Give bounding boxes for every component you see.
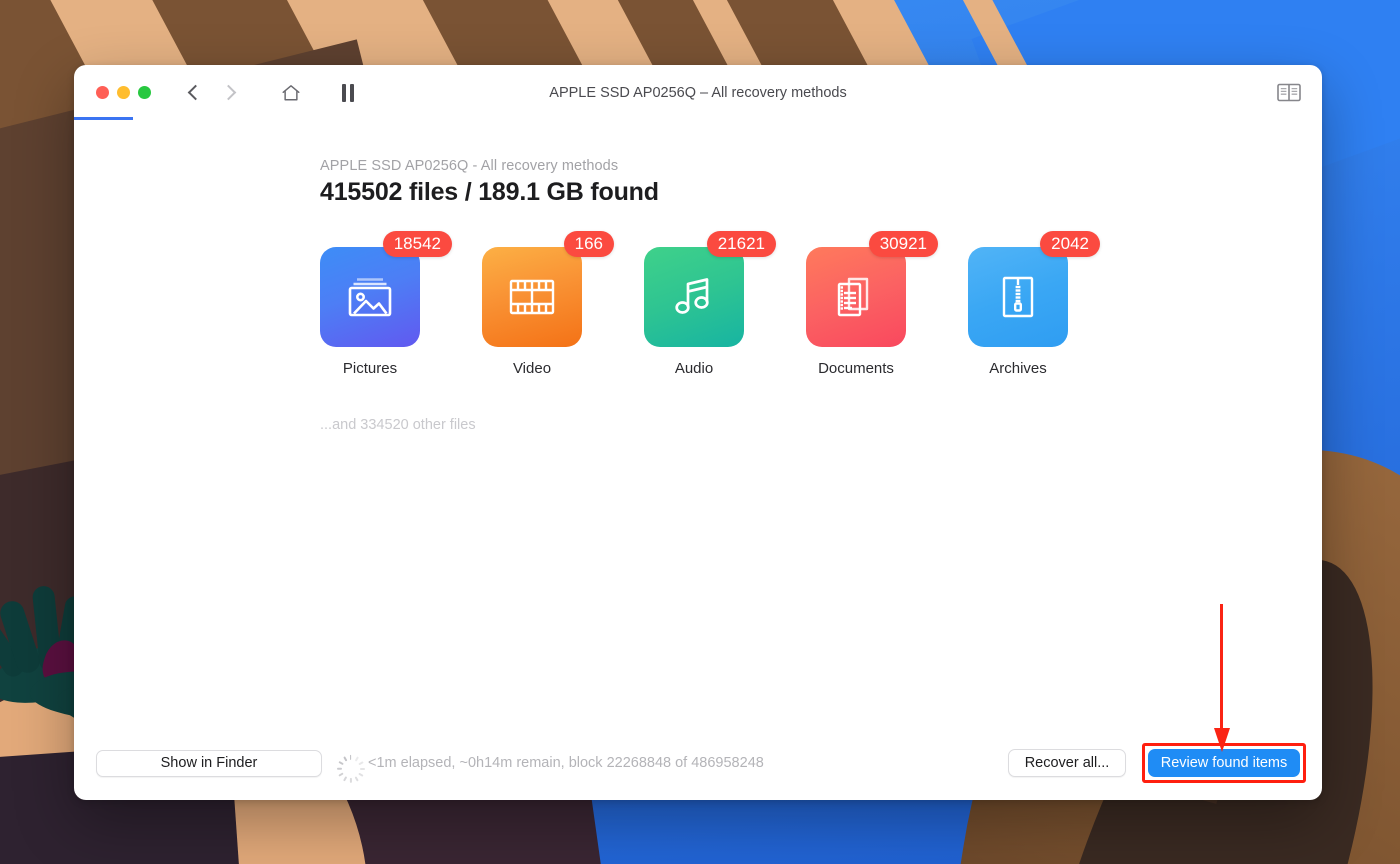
zip-icon — [1002, 276, 1034, 318]
review-found-items-button[interactable]: Review found items — [1148, 749, 1300, 777]
app-window: APPLE SSD AP0256Q – All recovery methods — [74, 65, 1322, 800]
pause-icon — [350, 83, 354, 102]
category-tile-documents[interactable]: 30921 Documents — [806, 231, 938, 377]
tile-surface: 21621 — [644, 231, 776, 347]
recover-all-button[interactable]: Recover all... — [1008, 749, 1126, 777]
tile-surface: 18542 — [320, 231, 452, 347]
title-bar: APPLE SSD AP0256Q – All recovery methods — [74, 65, 1322, 120]
window-title: APPLE SSD AP0256Q – All recovery methods — [549, 84, 847, 101]
footer-bar: Show in Finder <1m elapsed, ~0h14m remai… — [74, 726, 1322, 800]
badge-count: 21621 — [706, 231, 776, 257]
review-found-items-wrapper: Review found items — [1142, 743, 1306, 783]
tile-surface: 166 — [482, 231, 614, 347]
category-tile-audio[interactable]: 21621 Audio — [644, 231, 776, 377]
zoom-button[interactable] — [138, 86, 151, 99]
other-files-label: ...and 334520 other files — [320, 417, 476, 433]
main-content: APPLE SSD AP0256Q - All recovery methods… — [74, 120, 1322, 800]
book-view-icon — [1277, 83, 1301, 102]
tile-label: Audio — [674, 360, 714, 377]
tile-surface: 30921 — [806, 231, 938, 347]
back-button[interactable] — [179, 78, 209, 108]
home-icon — [282, 84, 300, 101]
badge-count: 166 — [563, 231, 614, 257]
category-tile-archives[interactable]: 2042 Archives — [968, 231, 1100, 377]
navigation-group — [179, 78, 245, 108]
tile-label: Pictures — [342, 360, 398, 377]
scan-source-label: APPLE SSD AP0256Q - All recovery methods — [320, 158, 619, 174]
tile-label: Documents — [818, 360, 894, 377]
pause-button[interactable] — [333, 78, 363, 108]
chevron-left-icon — [187, 84, 204, 101]
film-icon — [509, 279, 555, 315]
pause-icon — [342, 83, 346, 102]
badge-count: 18542 — [382, 231, 452, 257]
category-tile-video[interactable]: 166 Video — [482, 231, 614, 377]
category-tile-pictures[interactable]: 18542 Pictures — [320, 231, 452, 377]
category-tiles: 18542 Pictures 166 Video 21621 Audio 309… — [320, 231, 1322, 377]
show-in-finder-button[interactable]: Show in Finder — [96, 749, 322, 777]
desktop-wallpaper: APPLE SSD AP0256Q – All recovery methods — [0, 0, 1400, 864]
home-button[interactable] — [275, 77, 307, 109]
badge-count: 2042 — [1040, 231, 1100, 257]
tile-label: Video — [512, 360, 552, 377]
photo-icon — [348, 278, 392, 317]
minimize-button[interactable] — [117, 86, 130, 99]
tile-surface: 2042 — [968, 231, 1100, 347]
found-summary-headline: 415502 files / 189.1 GB found — [320, 178, 659, 206]
documents-icon — [837, 277, 869, 317]
chevron-right-icon — [220, 84, 237, 101]
scan-status: <1m elapsed, ~0h14m remain, block 222688… — [336, 754, 764, 783]
scan-status-text: <1m elapsed, ~0h14m remain, block 222688… — [368, 755, 764, 771]
music-icon — [675, 278, 709, 314]
close-button[interactable] — [96, 86, 109, 99]
spinner-icon — [336, 754, 365, 783]
badge-count: 30921 — [868, 231, 938, 257]
traffic-lights — [96, 86, 151, 99]
forward-button[interactable] — [215, 78, 245, 108]
tile-label: Archives — [989, 360, 1047, 377]
view-toggle-button[interactable] — [1272, 78, 1306, 108]
